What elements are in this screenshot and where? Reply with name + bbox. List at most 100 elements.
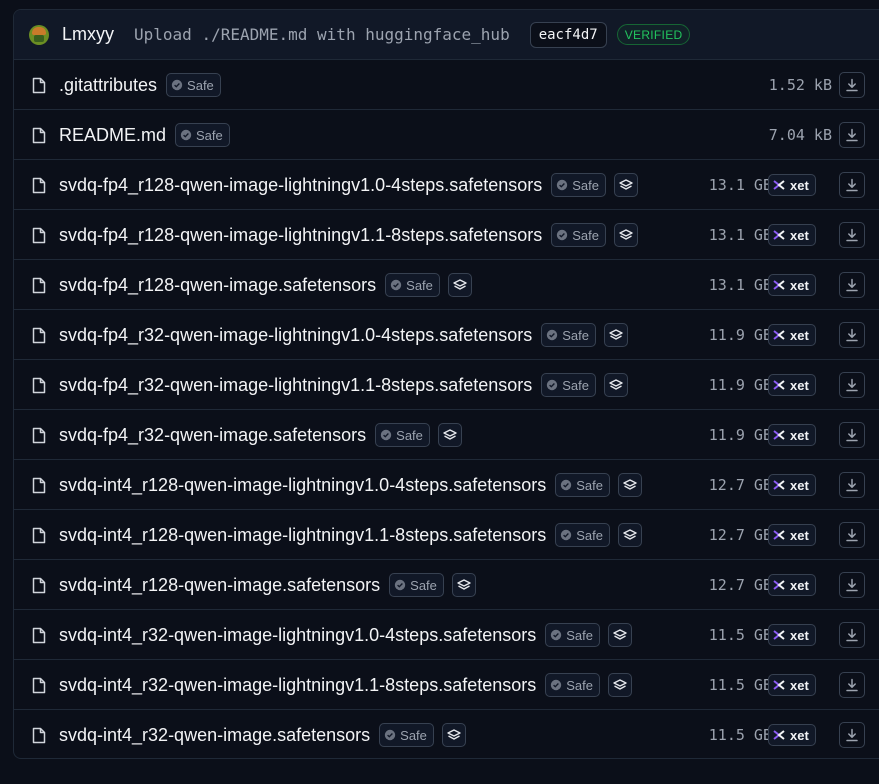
xet-badge[interactable]: xet xyxy=(768,424,816,446)
safe-badge[interactable]: Safe xyxy=(555,473,611,497)
layers-icon[interactable] xyxy=(447,273,472,297)
file-name-link[interactable]: svdq-int4_r128-qwen-image-lightningv1.0-… xyxy=(59,460,546,510)
commit-author[interactable]: Lmxyy xyxy=(62,24,114,45)
layers-icon[interactable] xyxy=(608,623,632,647)
download-icon xyxy=(845,528,859,542)
file-name-link[interactable]: svdq-int4_r32-qwen-image.safetensors xyxy=(59,710,370,758)
xet-badge[interactable]: xet xyxy=(768,674,816,696)
safe-badge[interactable]: Safe xyxy=(389,573,444,597)
layers-icon[interactable] xyxy=(451,573,476,597)
xet-label: xet xyxy=(790,177,809,193)
layers-icon[interactable] xyxy=(604,373,628,397)
file-row: README.md Safe 7.04 kB xyxy=(14,110,879,160)
layers-icon[interactable] xyxy=(608,673,632,697)
download-button[interactable] xyxy=(839,122,865,148)
xet-badge[interactable]: xet xyxy=(768,624,816,646)
xet-badge[interactable]: xet xyxy=(768,274,816,296)
layers-icon[interactable] xyxy=(437,423,462,447)
xet-icon xyxy=(773,529,790,541)
safe-badge[interactable]: Safe xyxy=(541,373,596,397)
layers-icon[interactable] xyxy=(614,223,639,247)
download-button[interactable] xyxy=(839,672,865,698)
layers-icon[interactable] xyxy=(614,173,639,197)
download-button[interactable] xyxy=(839,472,865,498)
safe-badge[interactable]: Safe xyxy=(375,423,430,447)
safe-badge[interactable]: Safe xyxy=(541,323,596,347)
xet-label: xet xyxy=(790,677,809,693)
file-name-link[interactable]: svdq-int4_r32-qwen-image-lightningv1.0-4… xyxy=(59,610,536,660)
download-button[interactable] xyxy=(839,72,865,98)
file-icon xyxy=(32,427,46,444)
file-name-link[interactable]: svdq-int4_r128-qwen-image.safetensors xyxy=(59,560,380,610)
last-commit-header: Lmxyy Upload ./README.md with huggingfac… xyxy=(14,10,879,60)
download-button[interactable] xyxy=(839,622,865,648)
file-icon xyxy=(32,77,46,94)
download-button[interactable] xyxy=(839,572,865,598)
xet-badge[interactable]: xet xyxy=(768,724,816,746)
download-icon xyxy=(845,78,859,92)
file-name-link[interactable]: svdq-fp4_r32-qwen-image-lightningv1.0-4s… xyxy=(59,310,532,360)
file-badges: Safe xyxy=(379,723,466,747)
safe-badge[interactable]: Safe xyxy=(551,223,607,247)
file-row: svdq-int4_r32-qwen-image-lightningv1.0-4… xyxy=(14,610,879,660)
avatar[interactable] xyxy=(29,24,49,45)
safe-label: Safe xyxy=(572,227,600,243)
layers-icon[interactable] xyxy=(604,323,628,347)
xet-badge[interactable]: xet xyxy=(768,474,816,496)
file-name-link[interactable]: svdq-fp4_r128-qwen-image-lightningv1.0-4… xyxy=(59,160,542,210)
xet-icon xyxy=(773,179,790,191)
download-button[interactable] xyxy=(839,722,865,748)
file-name-link[interactable]: svdq-fp4_r128-qwen-image.safetensors xyxy=(59,260,376,310)
safe-badge[interactable]: Safe xyxy=(166,73,221,97)
download-button[interactable] xyxy=(839,322,865,348)
safe-badge[interactable]: Safe xyxy=(385,273,440,297)
file-badges: Safe xyxy=(555,523,643,547)
safe-badge[interactable]: Safe xyxy=(175,123,230,147)
shield-check-icon xyxy=(556,179,572,191)
safe-badge[interactable]: Safe xyxy=(545,623,600,647)
file-size: 13.1 GB xyxy=(708,276,772,294)
download-button[interactable] xyxy=(839,222,865,248)
safe-badge[interactable]: Safe xyxy=(555,523,611,547)
file-badges: Safe xyxy=(541,373,628,397)
file-row: svdq-int4_r32-qwen-image-lightningv1.1-8… xyxy=(14,660,879,710)
file-row: svdq-fp4_r32-qwen-image-lightningv1.0-4s… xyxy=(14,310,879,360)
shield-check-icon xyxy=(390,279,406,291)
download-button[interactable] xyxy=(839,522,865,548)
commit-sha-badge[interactable]: eacf4d7 xyxy=(529,21,607,48)
layers-icon[interactable] xyxy=(441,723,466,747)
download-button[interactable] xyxy=(839,172,865,198)
file-name-link[interactable]: .gitattributes xyxy=(59,60,157,110)
file-name-link[interactable]: svdq-fp4_r32-qwen-image.safetensors xyxy=(59,410,366,460)
safe-label: Safe xyxy=(406,277,433,293)
file-name-link[interactable]: svdq-fp4_r32-qwen-image-lightningv1.1-8s… xyxy=(59,360,532,410)
xet-badge[interactable]: xet xyxy=(768,324,816,346)
file-name-link[interactable]: svdq-int4_r128-qwen-image-lightningv1.1-… xyxy=(59,510,546,560)
file-name-link[interactable]: svdq-fp4_r128-qwen-image-lightningv1.1-8… xyxy=(59,210,542,260)
commit-message[interactable]: Upload ./README.md with huggingface_hub xyxy=(134,25,510,44)
xet-badge[interactable]: xet xyxy=(768,224,816,246)
file-badges: Safe xyxy=(541,323,628,347)
file-badges: Safe xyxy=(166,73,221,97)
layers-icon[interactable] xyxy=(618,523,643,547)
safe-badge[interactable]: Safe xyxy=(551,173,607,197)
xet-badge[interactable]: xet xyxy=(768,524,816,546)
shield-check-icon xyxy=(560,529,576,541)
file-size: 12.7 GB xyxy=(708,476,772,494)
download-button[interactable] xyxy=(839,272,865,298)
file-name-link[interactable]: README.md xyxy=(59,110,166,160)
download-button[interactable] xyxy=(839,372,865,398)
file-row: svdq-int4_r128-qwen-image-lightningv1.1-… xyxy=(14,510,879,560)
safe-badge[interactable]: Safe xyxy=(545,673,600,697)
xet-badge[interactable]: xet xyxy=(768,574,816,596)
file-row: .gitattributes Safe 1.52 kB xyxy=(14,60,879,110)
xet-badge[interactable]: xet xyxy=(768,374,816,396)
file-size: 11.9 GB xyxy=(708,376,772,394)
safe-label: Safe xyxy=(566,627,593,643)
download-button[interactable] xyxy=(839,422,865,448)
layers-icon[interactable] xyxy=(618,473,643,497)
xet-icon xyxy=(773,729,790,741)
safe-badge[interactable]: Safe xyxy=(379,723,434,747)
xet-badge[interactable]: xet xyxy=(768,174,816,196)
file-name-link[interactable]: svdq-int4_r32-qwen-image-lightningv1.1-8… xyxy=(59,660,536,710)
